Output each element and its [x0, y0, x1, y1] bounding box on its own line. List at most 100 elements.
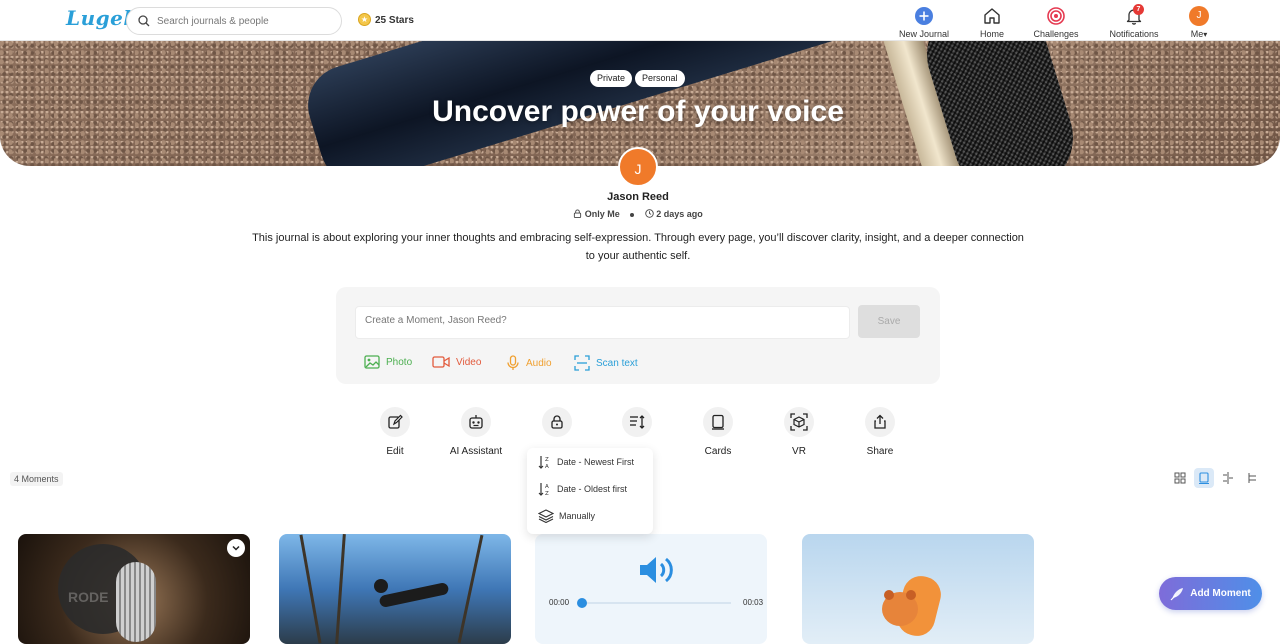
audio-button[interactable]: Audio [506, 355, 552, 371]
tree-view-button[interactable] [1242, 468, 1262, 488]
card-menu-button[interactable] [227, 539, 245, 557]
nav-label: Me [1190, 29, 1204, 39]
nav-label: Home [979, 29, 1004, 39]
card-view-icon [1199, 472, 1209, 484]
share-button[interactable]: Share [845, 407, 915, 457]
tree-image [299, 534, 322, 644]
timeline-icon [1223, 472, 1233, 484]
tree-image [457, 534, 484, 644]
vr-button[interactable]: VR [764, 407, 834, 457]
layers-icon [538, 509, 554, 523]
moment-card-photo[interactable] [802, 534, 1034, 644]
audio-duration: 00:03 [743, 598, 764, 607]
privacy-button[interactable] [522, 407, 592, 446]
sort-ascending-icon: A Z [538, 483, 549, 496]
author-name[interactable]: Jason Reed [0, 191, 1276, 203]
tiger-balloon-image [906, 590, 916, 600]
card-view-button[interactable] [1194, 468, 1214, 488]
separator-dot [630, 212, 635, 217]
svg-text:Z: Z [545, 457, 549, 463]
nav-label: Notifications [1109, 29, 1159, 39]
sort-option-label: Date - Newest First [557, 457, 635, 467]
journal-title: Uncover power of your voice [432, 95, 844, 128]
video-button[interactable]: Video [432, 355, 481, 369]
studio-mic-image [116, 562, 156, 642]
audio-seek-handle[interactable] [577, 598, 587, 608]
cards-button[interactable]: Cards [683, 407, 753, 457]
tag-private: Private [590, 70, 633, 87]
clock-icon [645, 209, 654, 218]
ai-assistant-button[interactable]: AI Assistant [441, 407, 511, 457]
share-label: Share [866, 446, 894, 457]
tree-icon [1248, 473, 1256, 483]
sort-option-oldest[interactable]: A Z Date - Oldest first [538, 480, 627, 498]
edit-button[interactable]: Edit [360, 407, 430, 457]
sort-option-manual[interactable]: Manually [538, 507, 595, 525]
tree-image [335, 534, 346, 644]
share-icon [874, 414, 886, 429]
moments-count: 4 Moments [10, 472, 63, 486]
vr-icon [790, 413, 808, 431]
audio-seek-bar[interactable] [579, 602, 731, 604]
moment-input[interactable] [355, 306, 850, 339]
ai-assistant-label: AI Assistant [449, 446, 503, 457]
sort-option-label: Date - Oldest first [557, 484, 628, 494]
sort-dropdown-menu: Z A Date - Newest First A Z Date - Oldes… [527, 448, 653, 534]
speaker-icon [640, 557, 673, 583]
stars-indicator[interactable]: ★ 25 Stars [358, 13, 414, 27]
moment-card-photo[interactable]: RODE [18, 534, 250, 644]
time-label: 2 days ago [656, 209, 703, 219]
top-bar: Lugelo ★25 Stars New Journal Home [0, 0, 1280, 41]
moment-composer: Save Photo Video Audio Scan text [336, 287, 940, 384]
timeline-view-button[interactable] [1218, 468, 1238, 488]
sort-option-label: Manually [559, 511, 596, 521]
add-moment-label: Add Moment [1190, 588, 1251, 599]
vr-label: VR [792, 446, 806, 457]
chevron-down-icon [232, 545, 240, 551]
scan-icon [574, 355, 590, 371]
sort-button[interactable] [602, 407, 672, 446]
microphone-icon [507, 355, 519, 370]
tiger-balloon-image [884, 590, 894, 600]
save-button[interactable]: Save [858, 305, 920, 338]
nav-me[interactable]: J Me▾ [1184, 5, 1214, 39]
grid-view-button[interactable] [1170, 468, 1190, 488]
grid-icon [1174, 472, 1186, 484]
author-avatar[interactable]: J [618, 147, 658, 187]
journal-description: This journal is about exploring your inn… [252, 232, 1024, 262]
photo-button[interactable]: Photo [364, 355, 412, 369]
scan-text-label: Scan text [596, 357, 638, 369]
moment-card-audio[interactable]: 00:00 00:03 [535, 534, 767, 644]
scan-text-button[interactable]: Scan text [574, 355, 638, 371]
stars-label: 25 Stars [375, 15, 414, 27]
nav-home[interactable]: Home [972, 5, 1012, 39]
edit-label: Edit [386, 446, 404, 457]
photo-icon [364, 355, 380, 369]
notification-badge: 7 [1133, 4, 1144, 15]
robot-icon [469, 415, 483, 429]
edit-icon [388, 414, 403, 429]
moment-card-photo[interactable] [279, 534, 511, 644]
audio-label: Audio [526, 357, 552, 369]
audio-current-time: 00:00 [549, 598, 570, 607]
sort-option-newest[interactable]: Z A Date - Newest First [538, 453, 634, 471]
photo-label: Photo [386, 356, 413, 368]
search-input[interactable] [157, 12, 337, 30]
plus-circle-icon [915, 7, 933, 25]
add-moment-button[interactable]: Add Moment [1159, 577, 1262, 610]
nav-notifications[interactable]: 7 Notifications [1105, 4, 1163, 39]
star-icon: ★ [358, 13, 371, 26]
nav-label: Challenges [1033, 29, 1079, 39]
search-box[interactable] [126, 7, 342, 35]
sort-icon [630, 415, 645, 429]
home-icon [984, 8, 1000, 24]
lock-icon [551, 415, 563, 429]
nav-challenges[interactable]: Challenges [1030, 5, 1082, 39]
chevron-down-icon: ▾ [1203, 30, 1208, 39]
sort-descending-icon: Z A [538, 456, 549, 469]
svg-text:Z: Z [545, 491, 549, 496]
avatar: J [1189, 6, 1209, 26]
svg-text:A: A [545, 484, 549, 490]
nav-new-journal[interactable]: New Journal [896, 5, 952, 39]
video-icon [432, 356, 450, 368]
